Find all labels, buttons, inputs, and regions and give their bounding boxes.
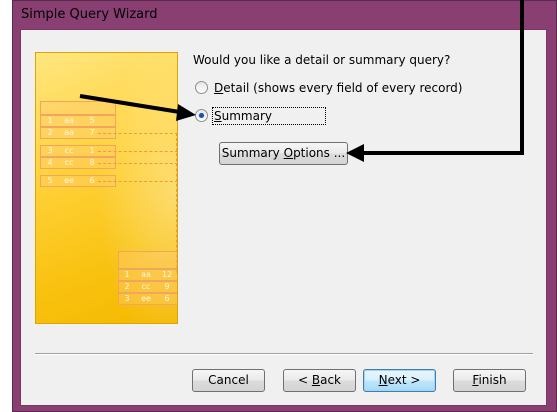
illustration-cell: 2 (124, 282, 130, 291)
title-bar[interactable]: Simple Query Wizard (13, 1, 556, 29)
illustration-cell: 1 (89, 146, 95, 155)
summary-radio[interactable] (195, 109, 208, 122)
finish-button[interactable]: Finish (453, 369, 526, 392)
back-pre: < (297, 373, 312, 387)
illustration-result-row: 3 ee 6 (118, 293, 177, 305)
detail-label-text: etail (shows every field of every record… (223, 81, 463, 95)
illustration-cell: aa (64, 128, 74, 137)
screenshot-frame: Simple Query Wizard 1 aa 5 2 aa 7 3 cc 1… (0, 0, 557, 412)
illustration-cell: 6 (164, 294, 170, 303)
illustration-row: 1 aa 5 (40, 115, 116, 127)
footer-separator (35, 353, 533, 355)
illustration-cell: aa (141, 270, 151, 279)
illustration-cell: 5 (89, 116, 95, 125)
detail-radio[interactable] (195, 81, 208, 94)
summary-options-pre: Summary (221, 146, 284, 160)
illustration-cell: 7 (89, 128, 95, 137)
illustration-cell: 4 (47, 158, 53, 167)
back-mnemonic: B (311, 373, 321, 387)
window-title: Simple Query Wizard (21, 7, 158, 22)
query-type-question: Would you like a detail or summary query… (193, 53, 451, 67)
illustration-cell: cc (141, 282, 151, 291)
detail-mnemonic: D (214, 81, 224, 95)
illustration-cell: 6 (89, 176, 95, 185)
back-button[interactable]: < Back (283, 369, 356, 392)
summary-mnemonic: S (214, 109, 222, 123)
summary-options-button[interactable]: Summary Options ... (219, 142, 348, 165)
illustration-result-row: 1 aa 12 (118, 269, 177, 281)
illustration-cell: 5 (47, 176, 53, 185)
illustration-cell: ee (64, 176, 74, 185)
illustration-cell: aa (64, 116, 74, 125)
detail-option-label[interactable]: Detail (shows every field of every recor… (214, 81, 462, 95)
illustration-cell: 12 (161, 270, 173, 279)
summary-label-text: ummary (221, 109, 272, 123)
illustration-connector (98, 151, 177, 152)
finish-rest: inish (478, 373, 507, 387)
illustration-header-row (40, 101, 116, 115)
next-button[interactable]: Next > (363, 369, 436, 392)
illustration-cell: 9 (164, 282, 170, 291)
illustration-result-header (118, 251, 177, 269)
illustration-cell: ee (141, 294, 151, 303)
illustration-cell: 3 (47, 146, 53, 155)
illustration-connector (98, 163, 177, 164)
illustration-cell: 1 (124, 270, 130, 279)
illustration-cell: 3 (124, 294, 130, 303)
wizard-window: Simple Query Wizard 1 aa 5 2 aa 7 3 cc 1… (12, 0, 557, 412)
summary-options-rest: ptions ... (293, 146, 346, 160)
summary-options-mnemonic: O (283, 146, 294, 160)
illustration-connector (98, 181, 177, 182)
next-mnemonic: N (378, 373, 388, 387)
back-rest: ack (320, 373, 341, 387)
cancel-button[interactable]: Cancel (192, 369, 265, 392)
cancel-label: Cancel (208, 373, 249, 387)
summary-option-label[interactable]: Summary (214, 109, 272, 123)
illustration-cell: cc (64, 158, 74, 167)
wizard-client-area: 1 aa 5 2 aa 7 3 cc 1 4 cc 8 5 ee 6 1 aa … (20, 29, 547, 406)
illustration-cell: 8 (89, 158, 95, 167)
illustration-connector (98, 133, 177, 134)
next-rest: ext > (387, 373, 421, 387)
summary-illustration: 1 aa 5 2 aa 7 3 cc 1 4 cc 8 5 ee 6 1 aa … (35, 52, 178, 324)
illustration-cell: 2 (47, 128, 53, 137)
illustration-cell: 1 (47, 116, 53, 125)
illustration-result-row: 2 cc 9 (118, 281, 177, 293)
illustration-cell: cc (64, 146, 74, 155)
